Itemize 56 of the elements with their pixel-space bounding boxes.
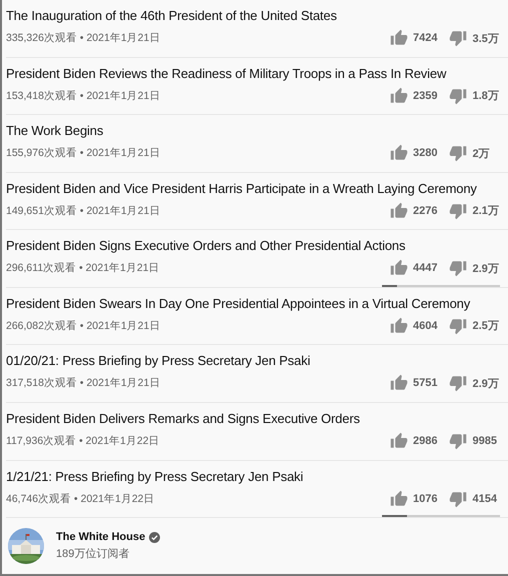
like-button[interactable]: 4604 — [390, 316, 438, 335]
thumbs-down-icon — [449, 29, 468, 47]
video-title[interactable]: President Biden Delivers Remarks and Signs Executive Orders — [6, 410, 360, 426]
thumbs-down-icon — [449, 86, 468, 105]
dislike-button[interactable]: 2.5万 — [449, 316, 499, 335]
like-button[interactable]: 1076 — [390, 490, 438, 508]
dislike-button[interactable]: 2.1万 — [449, 202, 499, 220]
thumbs-up-icon — [390, 316, 408, 335]
video-meta: 149,651次观看 • 2021年1月21日 — [6, 204, 160, 218]
thumbs-down-icon — [449, 259, 468, 278]
thumbs-up-icon — [390, 144, 408, 162]
thumbs-up-icon — [390, 374, 408, 392]
subscriber-count: 189万位订阅者 — [56, 547, 130, 562]
thumbs-down-icon — [449, 316, 468, 335]
video-meta: 296,611次观看 • 2021年1月21日 — [6, 261, 160, 276]
like-button[interactable]: 2359 — [390, 86, 438, 105]
thumbs-down-icon — [449, 490, 468, 508]
thumbs-up-icon — [390, 202, 408, 220]
dislike-button[interactable]: 1.8万 — [449, 86, 499, 105]
thumbs-up-icon — [390, 29, 408, 47]
like-button[interactable]: 7424 — [390, 29, 438, 47]
thumbs-up-icon — [390, 86, 408, 105]
dislike-button[interactable]: 2万 — [449, 144, 490, 162]
video-title[interactable]: President Biden and Vice President Harris Participate in a Wreath Laying Ceremony — [6, 180, 477, 196]
dislike-button[interactable]: 2.9万 — [449, 259, 499, 278]
video-meta: 155,976次观看 • 2021年1月21日 — [6, 146, 160, 160]
like-button[interactable]: 5751 — [390, 374, 438, 392]
video-meta: 46,746次观看 • 2021年1月22日 — [6, 492, 155, 506]
video-title[interactable]: President Biden Reviews the Readiness of Military Troops in a Pass In Review — [6, 66, 446, 81]
video-title[interactable]: President Biden Signs Executive Orders and Other Presidential Actions — [6, 238, 406, 254]
video-meta: 266,082次观看 • 2021年1月21日 — [6, 318, 160, 333]
video-title[interactable]: The Inauguration of the 46th President of the United States — [6, 8, 337, 23]
like-button[interactable]: 3280 — [390, 144, 438, 162]
dislike-button[interactable]: 4154 — [449, 490, 497, 508]
video-title[interactable]: 01/20/21: Press Briefing by Press Secretary Jen Psaki — [6, 353, 310, 368]
channel-name[interactable]: The White House — [56, 531, 146, 544]
dislike-button[interactable]: 9985 — [449, 432, 497, 450]
like-button[interactable]: 4447 — [390, 259, 438, 278]
thumbs-down-icon — [449, 374, 468, 392]
thumbs-down-icon — [449, 202, 468, 220]
dislike-button[interactable]: 2.9万 — [449, 374, 499, 392]
dislike-button[interactable]: 3.5万 — [449, 29, 499, 47]
thumbs-up-icon — [390, 259, 408, 278]
like-button[interactable]: 2986 — [390, 432, 438, 450]
thumbs-up-icon — [390, 490, 408, 508]
video-meta: 117,936次观看 • 2021年1月22日 — [6, 434, 160, 448]
video-title[interactable]: President Biden Swears In Day One Presidential Appointees in a Virtual Ceremony — [6, 296, 470, 311]
thumbs-down-icon — [449, 432, 468, 450]
video-title[interactable]: 1/21/21: Press Briefing by Press Secretary Jen Psaki — [6, 468, 304, 484]
thumbs-up-icon — [390, 432, 408, 450]
video-meta: 317,518次观看 • 2021年1月21日 — [6, 376, 160, 390]
video-meta: 153,418次观看 • 2021年1月21日 — [6, 88, 160, 103]
thumbs-down-icon — [449, 144, 468, 162]
video-meta: 335,326次观看 • 2021年1月21日 — [6, 31, 160, 45]
like-button[interactable]: 2276 — [390, 202, 438, 220]
video-title[interactable]: The Work Begins — [6, 123, 104, 138]
